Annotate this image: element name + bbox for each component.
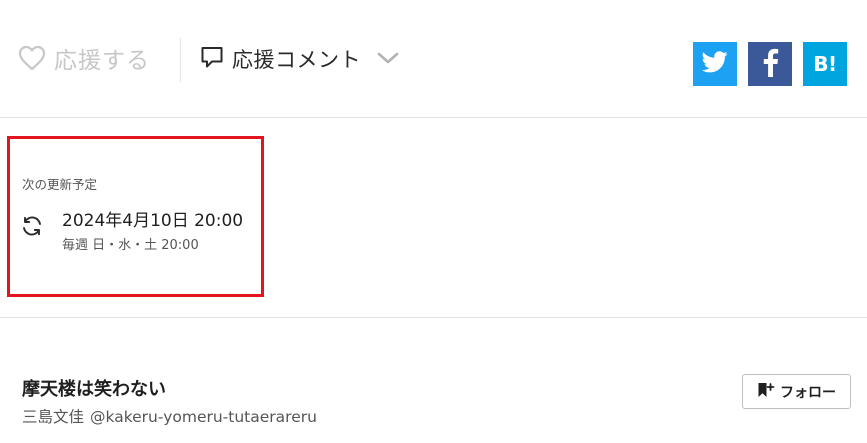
work-title[interactable]: 摩天楼は笑わない	[22, 375, 166, 401]
section-divider	[0, 317, 867, 318]
follow-button[interactable]: フォロー	[742, 374, 851, 409]
action-divider	[180, 38, 181, 82]
facebook-icon	[760, 47, 780, 81]
author-line: 三島文佳 @kakeru-yomeru-tutaerareru	[22, 405, 317, 427]
refresh-icon	[20, 214, 44, 238]
heart-icon	[18, 45, 46, 71]
cheer-button[interactable]: 応援する	[18, 40, 150, 76]
hatena-bookmark-icon: B!	[813, 52, 837, 76]
cheer-comment-menu[interactable]: 応援コメント	[200, 40, 399, 78]
section-divider	[0, 117, 867, 118]
cheer-label: 応援する	[54, 48, 150, 74]
author-name[interactable]: 三島文佳	[22, 408, 84, 426]
next-update-heading: 次の更新予定	[22, 177, 98, 192]
share-hatena-button[interactable]: B!	[803, 42, 847, 86]
chevron-down-icon	[377, 50, 399, 69]
share-facebook-button[interactable]	[748, 42, 792, 86]
follow-label: フォロー	[780, 384, 836, 401]
twitter-icon	[701, 51, 728, 77]
next-update-datetime: 2024年4月10日 20:00	[62, 211, 244, 231]
comment-icon	[200, 45, 224, 73]
author-id[interactable]: @kakeru-yomeru-tutaerareru	[90, 408, 317, 426]
bookmark-plus-icon	[757, 382, 775, 402]
cheer-comment-label: 応援コメント	[232, 48, 361, 72]
update-schedule: 毎週 日・水・土 20:00	[62, 238, 199, 253]
action-bar: 応援する 応援コメント B!	[0, 0, 867, 117]
share-twitter-button[interactable]	[693, 42, 737, 86]
